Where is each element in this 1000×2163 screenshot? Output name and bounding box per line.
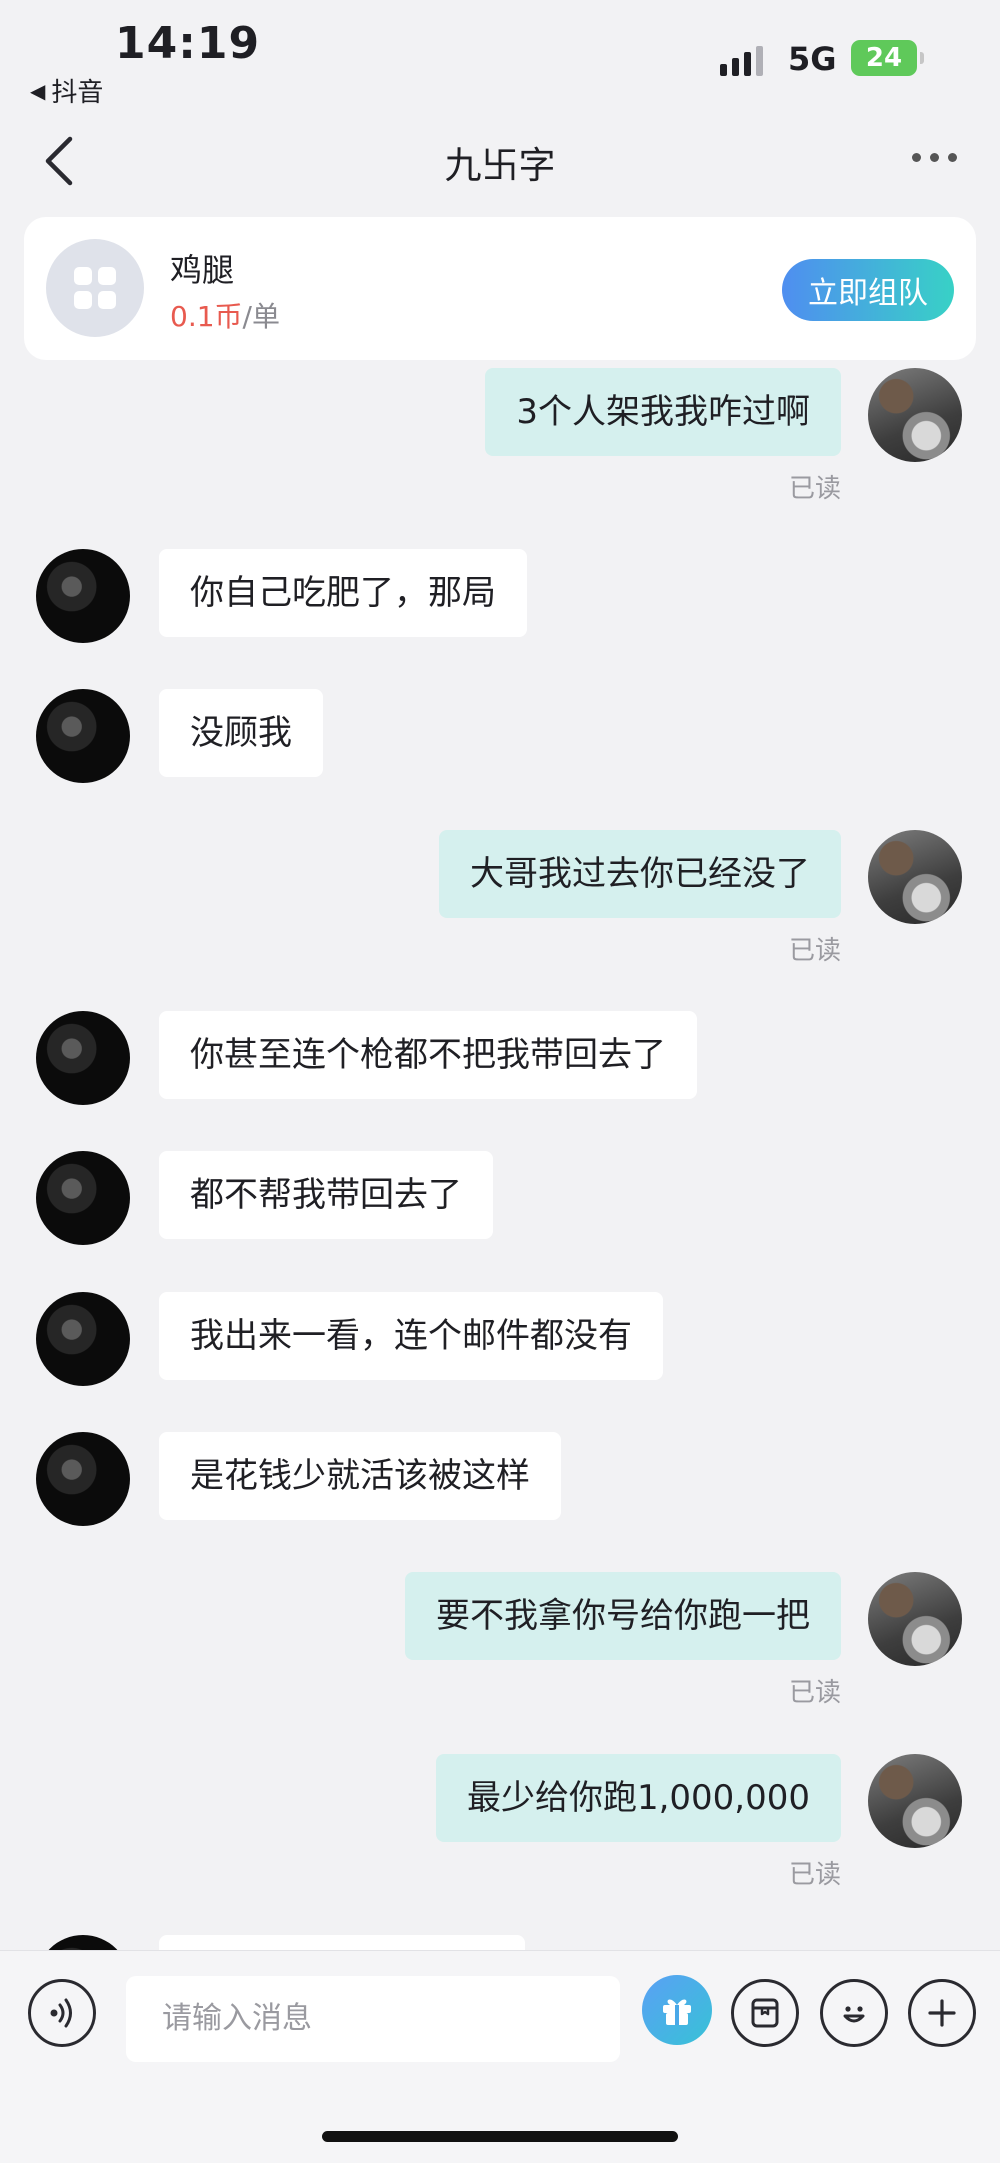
voice-icon[interactable] (28, 1979, 96, 2047)
back-to-app-link[interactable]: ◀ 抖音 (30, 72, 103, 109)
network-type: 5G (788, 40, 837, 78)
nav-bar: 九卐字 (0, 115, 1000, 205)
contact-avatar[interactable] (36, 1151, 130, 1245)
my-avatar[interactable] (868, 830, 962, 924)
chat-title: 九卐字 (444, 144, 556, 187)
outgoing-message[interactable]: 要不我拿你号给你跑一把 (405, 1572, 841, 1660)
incoming-message[interactable]: 都不帮我带回去了 (159, 1151, 493, 1239)
read-status: 已读 (788, 936, 841, 966)
outgoing-message[interactable]: 最少给你跑1,000,000 (435, 1754, 841, 1842)
outgoing-message[interactable]: 大哥我过去你已经没了 (439, 830, 841, 918)
my-avatar[interactable] (868, 1572, 962, 1666)
back-app-label: 抖音 (51, 78, 104, 108)
contact-avatar[interactable] (36, 689, 130, 783)
incoming-message[interactable]: 我出来一看，连个邮件都没有 (159, 1292, 663, 1380)
battery-level: 24 (865, 43, 903, 73)
read-status: 已读 (788, 474, 841, 504)
home-indicator[interactable] (322, 2131, 678, 2142)
gift-icon[interactable] (642, 1975, 712, 2045)
my-avatar[interactable] (868, 368, 962, 462)
incoming-message[interactable]: 是花钱少就活该被这样 (159, 1432, 561, 1520)
more-icon[interactable] (912, 153, 957, 162)
status-time: 14:19 (115, 18, 261, 69)
sticker-box-icon[interactable] (731, 1979, 799, 2047)
plus-icon[interactable] (908, 1979, 976, 2047)
grid-icon (46, 239, 144, 337)
product-price: 0.1币/单 (170, 295, 280, 335)
incoming-message[interactable]: 你自己吃肥了，那局 (159, 549, 527, 637)
emoji-icon[interactable] (820, 1979, 888, 2047)
signal-icon (720, 42, 763, 76)
incoming-message[interactable]: 没顾我 (159, 689, 323, 777)
read-status: 已读 (788, 1678, 841, 1708)
battery-icon: 24 (851, 40, 924, 76)
message-input[interactable]: 请输入消息 (126, 1976, 620, 2062)
contact-avatar[interactable] (36, 549, 130, 643)
outgoing-message[interactable]: 3个人架我我咋过啊 (485, 368, 841, 456)
team-up-button[interactable]: 立即组队 (782, 259, 954, 321)
read-status: 已读 (788, 1860, 841, 1890)
product-card[interactable]: 鸡腿 0.1币/单 立即组队 (24, 217, 976, 360)
product-name: 鸡腿 (170, 251, 235, 289)
contact-avatar[interactable] (36, 1011, 130, 1105)
price-unit: /单 (242, 300, 280, 333)
price-value: 0.1币 (170, 300, 243, 333)
contact-avatar[interactable] (36, 1432, 130, 1526)
my-avatar[interactable] (868, 1754, 962, 1848)
status-bar: 14:19 ◀ 抖音 5G 24 (0, 0, 1000, 110)
contact-avatar[interactable] (36, 1292, 130, 1386)
back-triangle-icon: ◀ (30, 78, 46, 103)
incoming-message[interactable]: 你甚至连个枪都不把我带回去了 (159, 1011, 697, 1099)
